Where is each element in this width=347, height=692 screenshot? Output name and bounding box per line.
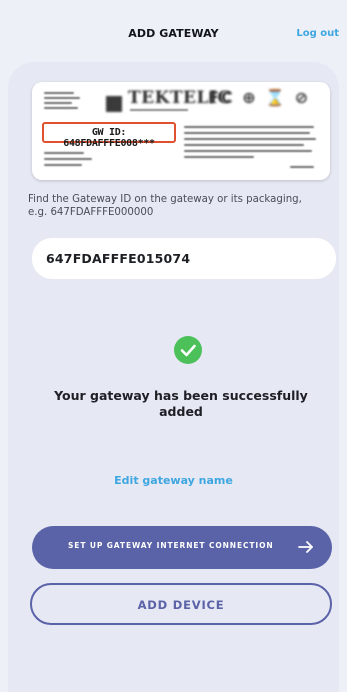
- certification-marks-icon: FC ⊕ ⌛ ⊘: [208, 88, 311, 107]
- setup-internet-connection-button[interactable]: SET UP GATEWAY INTERNET CONNECTION: [32, 526, 332, 569]
- check-circle-icon: [174, 336, 202, 364]
- gateway-id-field[interactable]: 647FDAFFFE015074: [32, 238, 336, 279]
- logout-link[interactable]: Log out: [296, 28, 339, 39]
- qr-code-icon: [106, 96, 122, 112]
- edit-gateway-name-link[interactable]: Edit gateway name: [0, 474, 347, 487]
- add-device-label: ADD DEVICE: [137, 598, 225, 612]
- arrow-right-icon: [298, 541, 313, 553]
- gateway-id-sample: GW ID: 648FDAFFFE008***: [63, 127, 155, 149]
- gateway-label-image: TEKTELIC FC ⊕ ⌛ ⊘ GW ID: 648FDAFFFE008**…: [32, 82, 330, 180]
- add-device-button[interactable]: ADD DEVICE: [30, 583, 332, 625]
- setup-button-label: SET UP GATEWAY INTERNET CONNECTION: [68, 541, 274, 550]
- app-header: ADD GATEWAY Log out: [0, 0, 347, 66]
- success-message: Your gateway has been successfully added: [54, 388, 308, 419]
- gateway-id-instructions: Find the Gateway ID on the gateway or it…: [28, 194, 302, 218]
- gateway-id-highlight: GW ID: 648FDAFFFE008***: [42, 122, 176, 149]
- page-title: ADD GATEWAY: [128, 27, 219, 40]
